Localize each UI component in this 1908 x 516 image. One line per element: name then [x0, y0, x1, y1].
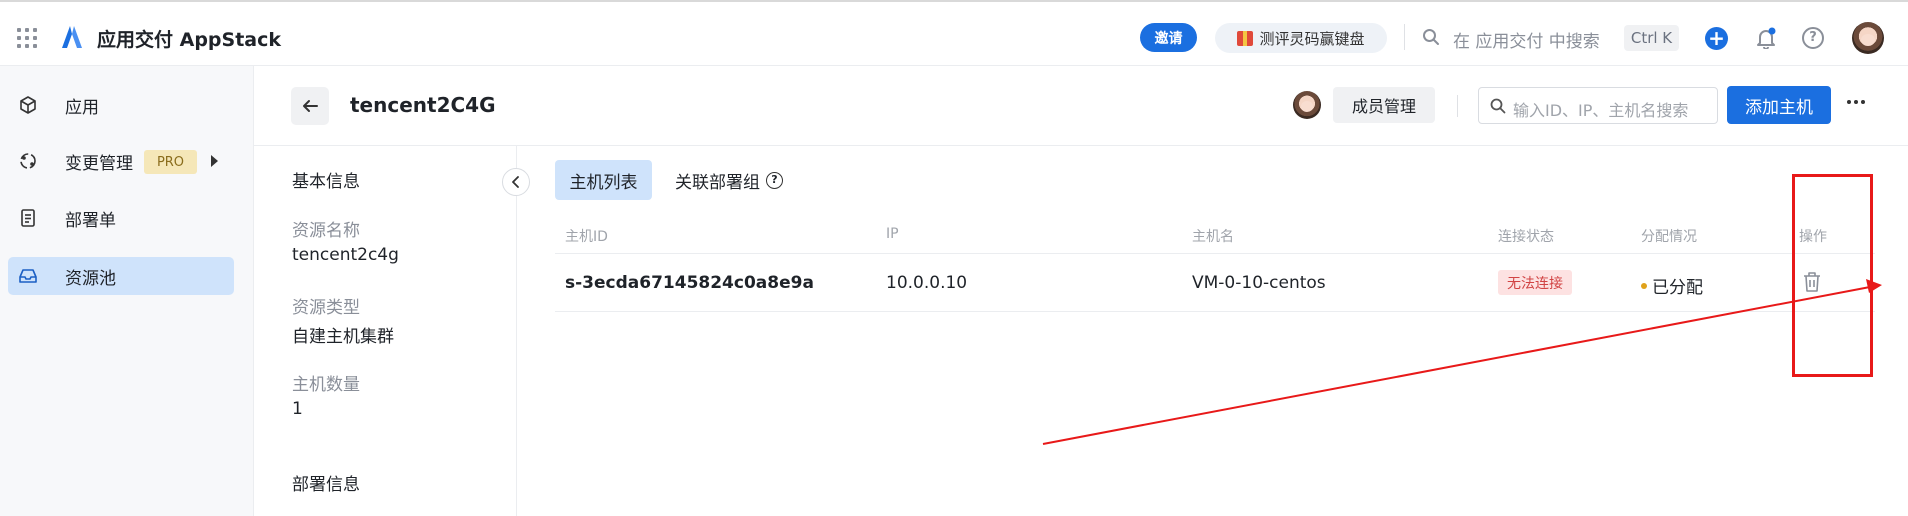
sidebar-item-label: 资源池: [65, 268, 116, 289]
connection-status-badge: 无法连接: [1498, 270, 1572, 295]
search-icon: [1490, 98, 1506, 114]
more-options-icon[interactable]: [1847, 100, 1865, 104]
column-header-hostname: 主机名: [1192, 229, 1234, 245]
sidebar: 应用 变更管理 PRO 部署单 资源池: [0, 66, 254, 516]
promo-label: 测评灵码赢键盘: [1259, 29, 1365, 48]
column-header-connection-status: 连接状态: [1498, 229, 1554, 245]
status-dot-icon: [1641, 282, 1647, 289]
table-header-divider: [555, 253, 1875, 254]
info-key: 资源类型: [292, 298, 360, 318]
member-management-button[interactable]: 成员管理: [1333, 87, 1435, 123]
search-icon[interactable]: [1422, 28, 1440, 46]
sidebar-item-apps[interactable]: 应用: [8, 86, 234, 124]
host-search-input[interactable]: 输入ID、IP、主机名搜索: [1478, 87, 1718, 124]
search-placeholder: 输入ID、IP、主机名搜索: [1513, 101, 1689, 120]
sidebar-item-change-management[interactable]: 变更管理 PRO: [8, 142, 234, 180]
tab-host-list[interactable]: 主机列表: [555, 160, 652, 200]
host-id-cell[interactable]: s-3ecda67145824c0a8e9a: [565, 273, 814, 293]
deploy-info-heading: 部署信息: [292, 475, 360, 495]
back-button[interactable]: [291, 87, 329, 125]
info-value: 1: [292, 399, 303, 419]
invite-button[interactable]: 邀请: [1140, 23, 1197, 52]
column-header-allocation: 分配情况: [1641, 229, 1697, 245]
ip-cell: 10.0.0.10: [886, 273, 968, 293]
help-icon[interactable]: ?: [1802, 27, 1824, 49]
create-button[interactable]: +: [1705, 27, 1728, 50]
chevron-left-icon: [512, 176, 519, 188]
gift-icon: [1237, 30, 1254, 46]
allocation-label: 已分配: [1652, 278, 1703, 298]
promo-button[interactable]: 测评灵码赢键盘: [1215, 23, 1387, 53]
column-header-ip: IP: [886, 226, 899, 242]
divider: [1404, 24, 1405, 50]
member-avatar[interactable]: [1293, 91, 1321, 119]
app-title[interactable]: 应用交付 AppStack: [97, 25, 281, 52]
sidebar-item-label: 部署单: [65, 210, 116, 231]
basic-info-heading: 基本信息: [292, 172, 360, 192]
arrow-left-icon: [303, 100, 318, 112]
appstack-logo-icon: [62, 26, 82, 48]
change-icon: [20, 153, 36, 169]
pro-badge: PRO: [144, 150, 197, 174]
column-header-host-id: 主机ID: [565, 229, 608, 245]
info-value: 自建主机集群: [292, 327, 394, 347]
expand-caret-icon[interactable]: [211, 155, 218, 167]
shortcut-hint: Ctrl K: [1624, 25, 1679, 51]
page-title: tencent2C4G: [350, 93, 496, 117]
app-grid-icon[interactable]: [17, 28, 37, 48]
tab-linked-deploy-groups[interactable]: 关联部署组 ?: [675, 160, 783, 200]
collapse-panel-button[interactable]: [502, 168, 530, 196]
sidebar-item-resource-pool[interactable]: 资源池: [8, 257, 234, 295]
annotation-highlight-box: [1792, 174, 1873, 377]
info-value: tencent2c4g: [292, 245, 399, 265]
inbox-icon: [19, 269, 37, 283]
divider: [1457, 95, 1458, 117]
global-search-input[interactable]: 在 应用交付 中搜索: [1453, 27, 1600, 52]
add-host-button[interactable]: 添加主机: [1727, 86, 1831, 124]
allocation-cell: 已分配: [1641, 273, 1703, 298]
info-panel: 基本信息 资源名称 tencent2c4g 资源类型 自建主机集群 主机数量 1…: [254, 146, 517, 516]
tab-label: 关联部署组: [675, 172, 760, 193]
user-avatar[interactable]: [1852, 22, 1884, 54]
help-icon[interactable]: ?: [766, 171, 783, 189]
sidebar-item-label: 变更管理: [65, 153, 133, 174]
info-key: 主机数量: [292, 375, 360, 395]
bell-icon[interactable]: [1755, 27, 1777, 49]
info-key: 资源名称: [292, 221, 360, 241]
cube-icon: [20, 96, 36, 114]
sidebar-item-label: 应用: [65, 97, 99, 118]
top-bar: 应用交付 AppStack 邀请 测评灵码赢键盘 在 应用交付 中搜索 Ctrl…: [0, 0, 1908, 66]
hostname-cell: VM-0-10-centos: [1192, 273, 1326, 293]
table-row-divider: [555, 311, 1875, 312]
sidebar-item-deploy-orders[interactable]: 部署单: [8, 199, 234, 237]
document-icon: [21, 209, 35, 227]
